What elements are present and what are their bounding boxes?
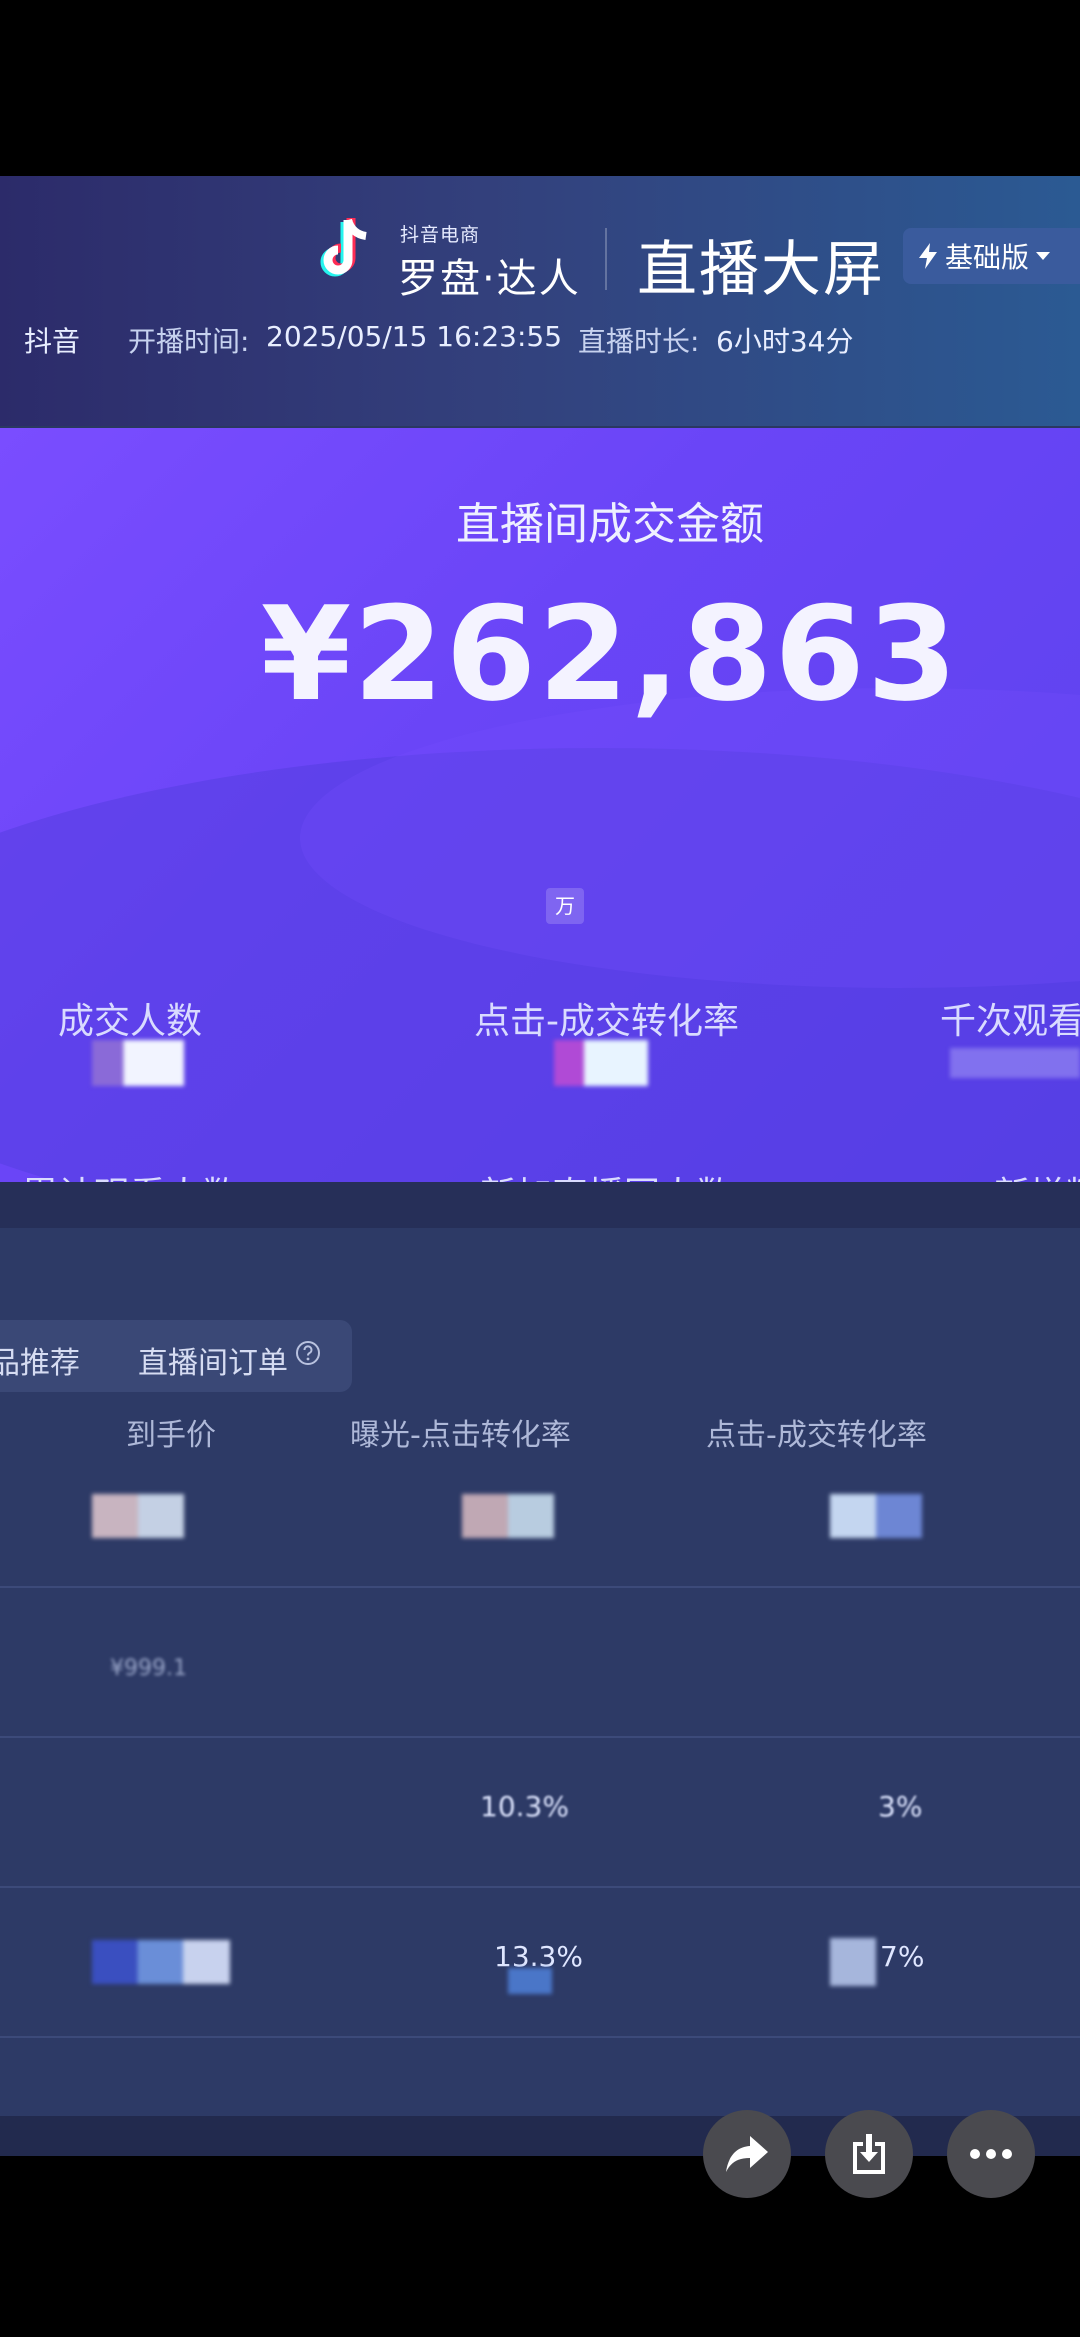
table-row [92,1940,230,1984]
more-button[interactable] [947,2110,1035,2198]
download-button[interactable] [825,2110,913,2198]
brand-subtitle: 抖音电商 [400,224,481,246]
tab-live-orders[interactable]: 直播间订单 [138,1338,288,1382]
duration-label: 直播时长: [578,325,700,358]
header-divider [605,228,607,290]
question-circle-icon[interactable] [295,1340,321,1366]
metric-cpm-label: 千次观看 [940,1001,1080,1042]
metric-buyers-value-redacted [92,1040,184,1086]
start-time-label: 开播时间: [128,325,250,358]
col-click-deal-rate: 点击-成交转化率 [706,1418,927,1453]
tier-label: 基础版 [945,241,1030,274]
more-dots-icon [970,2149,1012,2159]
metric-buyers-label: 成交人数 [58,1001,203,1042]
gmv-value: ¥262,863 [260,578,960,730]
col-exposure-click-rate: 曝光-点击转化率 [350,1418,571,1453]
platform-value: 抖音 [24,325,81,358]
tiktok-logo-icon [320,218,367,277]
gmv-title: 直播间成交金额 [456,499,764,550]
product-panel: 品推荐 直播间订单 到手价 曝光-点击转化率 点击-成交转化率 ¥999.1 1… [0,1228,1080,2118]
share-arrow-icon [726,2136,768,2172]
gmv-hero-card: 直播间成交金额 ¥262,863 万 成交人数 点击-成交转化率 千次观看 累计… [0,428,1080,1182]
metric-new-fanclub-label: 新加直播团人数 [480,1166,732,1182]
table-row [92,1494,184,1538]
lightning-icon [919,243,937,269]
page-title: 直播大屏 [637,235,885,305]
metric-new-fans-label: 新增粉 [994,1166,1080,1182]
dashboard-header: 抖音电商 罗盘·达人 直播大屏 基础版 ： 抖音 开播时间: 2025/05/1… [0,176,1080,426]
tab-product-recommend[interactable]: 品推荐 [0,1338,80,1382]
metric-click-conversion-value-redacted [554,1040,648,1086]
platform-label: ： [0,320,16,360]
tier-dropdown[interactable]: 基础版 [903,228,1080,284]
brand-name: 罗盘·达人 [398,256,581,302]
share-button[interactable] [703,2110,791,2198]
caret-down-icon [1036,252,1051,260]
table-row: 10.3% [480,1790,569,1823]
metric-cpm-value-redacted [950,1048,1080,1078]
start-time-value: 2025/05/15 16:23:55 [266,320,563,353]
metric-click-conversion-label: 点击-成交转化率 [474,1001,739,1042]
table-row: ¥999.1 [110,1656,187,1681]
metric-total-viewers-label: 累计观看人数 [22,1166,238,1182]
live-dashboard-screen: 抖音电商 罗盘·达人 直播大屏 基础版 ： 抖音 开播时间: 2025/05/1… [0,176,1080,2156]
unit-toggle[interactable]: 万 [546,888,584,924]
col-final-price: 到手价 [126,1418,216,1453]
duration-value: 6小时34分 [716,325,854,358]
download-icon [853,2134,885,2174]
